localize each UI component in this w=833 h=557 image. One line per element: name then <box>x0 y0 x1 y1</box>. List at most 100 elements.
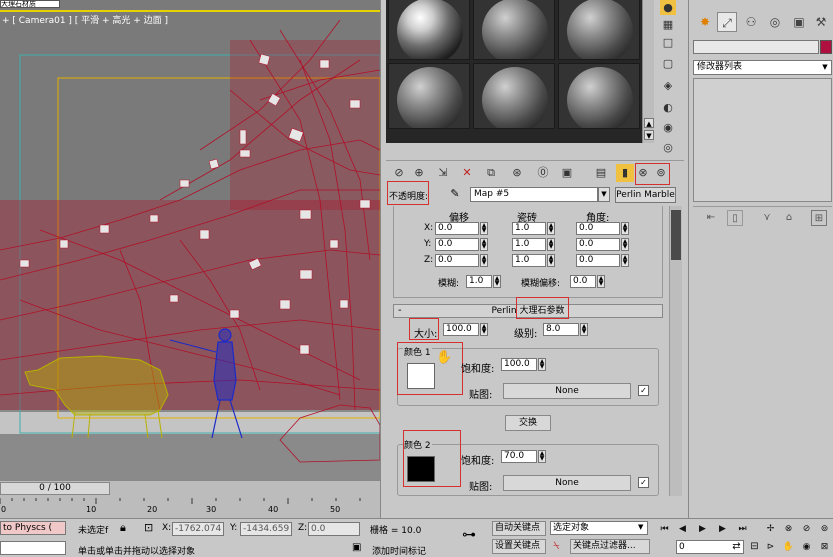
zoom-extents-icon[interactable]: ⊘ <box>800 522 813 536</box>
x-coord-field[interactable]: -1762.074 <box>172 522 224 536</box>
make-unique-icon[interactable]: ⋎ <box>759 210 775 226</box>
put-to-library-icon[interactable]: ⊛ <box>508 164 526 182</box>
video-check-icon[interactable]: ◈ <box>660 78 676 93</box>
scroll-thumb[interactable] <box>671 210 681 260</box>
color1-map-button[interactable]: None <box>503 383 631 399</box>
display-tab-icon[interactable]: ▣ <box>789 12 809 32</box>
modify-tab-icon[interactable]: ⤢ <box>717 12 737 32</box>
angle-x-value[interactable]: 0.0 <box>576 222 620 235</box>
time-config-icon[interactable]: ⊟ <box>748 540 761 554</box>
make-unique-icon[interactable]: ⧉ <box>482 164 500 182</box>
map-type-button[interactable]: Perlin Marble <box>615 187 676 203</box>
offset-z-value[interactable]: 0.0 <box>435 254 479 267</box>
offset-y-value[interactable]: 0.0 <box>435 238 479 251</box>
swap-button[interactable]: 交换 <box>505 415 551 431</box>
y-coord-field[interactable]: -1434.659 <box>240 522 292 536</box>
dropdown-arrow-icon[interactable]: ▼ <box>820 62 830 73</box>
maxscript-mini-field[interactable] <box>0 541 66 555</box>
sample-slot-5[interactable] <box>473 63 555 129</box>
scroll-down-icon[interactable]: ▼ <box>644 130 654 140</box>
spinner-arrows-icon[interactable]: ▲ ▼ <box>547 222 555 235</box>
uv-tiling-icon[interactable]: ▢ <box>660 56 676 71</box>
create-tab-icon[interactable]: ✸ <box>695 12 715 32</box>
pin-stack-icon[interactable]: ⇤ <box>703 210 719 226</box>
spinner-arrows-icon[interactable]: ▲ ▼ <box>547 238 555 251</box>
offset-x-value[interactable]: 0.0 <box>435 222 479 235</box>
color1-saturation-value[interactable]: 100.0 <box>501 358 537 371</box>
color2-saturation-value[interactable]: 70.0 <box>501 450 537 463</box>
maximize-viewport-icon[interactable]: ⊠ <box>818 540 831 554</box>
sample-slot-6[interactable] <box>558 63 640 129</box>
make-preview-icon[interactable]: ◐ <box>660 100 676 115</box>
z-coord-field[interactable]: 0.0 <box>308 522 360 536</box>
zoom-all-icon[interactable]: ⊗ <box>782 522 795 536</box>
spinner-arrows-icon[interactable]: ▲ ▼ <box>538 358 546 371</box>
key-mode-toggle-icon[interactable]: ⇄ <box>730 540 743 554</box>
key-mode-icon[interactable]: ⊶ <box>462 527 476 543</box>
material-id-icon[interactable]: ⓪ <box>534 164 552 182</box>
spinner-arrows-icon[interactable]: ▲ ▼ <box>621 238 629 251</box>
map-name-field[interactable]: Map #5 <box>470 187 598 202</box>
spinner-arrows-icon[interactable]: ▲ ▼ <box>480 254 488 267</box>
spinner-arrows-icon[interactable]: ▲ ▼ <box>538 450 546 463</box>
color1-map-checkbox[interactable]: ✓ <box>638 385 649 396</box>
spinner-arrows-icon[interactable]: ▲ ▼ <box>621 254 629 267</box>
add-time-tag[interactable]: 添加时间标记 <box>372 544 426 557</box>
params-scrollbar[interactable] <box>669 206 682 496</box>
spinner-arrows-icon[interactable]: ▲ ▼ <box>493 275 501 288</box>
blur-value[interactable]: 1.0 <box>466 275 492 288</box>
show-end-result-icon[interactable]: ▯ <box>727 210 743 226</box>
tiling-y-value[interactable]: 1.0 <box>512 238 546 251</box>
next-frame-icon[interactable]: ▶ <box>716 522 729 536</box>
utilities-tab-icon[interactable]: ⚒ <box>811 12 831 32</box>
scroll-up-icon[interactable]: ▲ <box>644 118 654 128</box>
sample-slot-1[interactable] <box>388 0 470 60</box>
time-slider[interactable]: 0 / 100 <box>0 482 110 495</box>
zoom-icon[interactable]: ✢ <box>764 522 777 536</box>
go-to-parent-icon[interactable]: ▮ <box>616 164 634 182</box>
collapse-icon[interactable]: - <box>398 305 402 317</box>
select-by-material-icon[interactable]: ◎ <box>660 140 676 155</box>
key-filters-button[interactable]: 关键点过滤器... <box>570 539 650 554</box>
spinner-arrows-icon[interactable]: ▲ ▼ <box>480 222 488 235</box>
object-color-swatch[interactable] <box>820 40 832 54</box>
angle-z-value[interactable]: 0.0 <box>576 254 620 267</box>
tiling-z-value[interactable]: 1.0 <box>512 254 546 267</box>
play-icon[interactable]: ▶ <box>696 522 709 536</box>
motion-tab-icon[interactable]: ◎ <box>765 12 785 32</box>
sample-slot-4[interactable] <box>388 63 470 129</box>
spinner-arrows-icon[interactable]: ▲ ▼ <box>480 323 488 336</box>
sample-type-icon[interactable]: ● <box>660 0 676 15</box>
spinner-arrows-icon[interactable]: ▲ ▼ <box>480 238 488 251</box>
get-material-icon[interactable]: ⊘ <box>390 164 408 182</box>
tiling-x-value[interactable]: 1.0 <box>512 222 546 235</box>
show-map-icon[interactable]: ▣ <box>558 164 576 182</box>
auto-key-button[interactable]: 自动关键点 <box>492 521 546 536</box>
spinner-arrows-icon[interactable]: ▲ ▼ <box>547 254 555 267</box>
remove-modifier-icon[interactable]: ⌂ <box>781 210 797 226</box>
time-ruler[interactable] <box>0 498 380 518</box>
lock-icon[interactable]: 🔒︎ <box>120 521 126 535</box>
reset-map-icon[interactable]: ✕ <box>458 164 476 182</box>
set-key-button[interactable]: 设置关键点 <box>492 539 546 554</box>
levels-value[interactable]: 8.0 <box>543 323 579 336</box>
spinner-arrows-icon[interactable]: ▲ ▼ <box>621 222 629 235</box>
object-name-field[interactable] <box>693 40 819 54</box>
color2-map-checkbox[interactable]: ✓ <box>638 477 649 488</box>
hierarchy-tab-icon[interactable]: ⚇ <box>741 12 761 32</box>
options-icon[interactable]: ◉ <box>660 120 676 135</box>
modifier-list-dropdown[interactable]: 修改器列表 ▼ <box>693 60 832 75</box>
zoom-extents-all-icon[interactable]: ⊚ <box>818 522 831 536</box>
previous-frame-icon[interactable]: ◀ <box>676 522 689 536</box>
field-of-view-icon[interactable]: ⊳ <box>764 540 777 554</box>
maxscript-listener[interactable]: to Physcs ( <box>0 521 66 535</box>
spinner-arrows-icon[interactable]: ▲ ▼ <box>597 275 605 288</box>
assign-to-selection-icon[interactable]: ⇲ <box>434 164 452 182</box>
slots-scrollbar[interactable]: ▲ ▼ <box>642 0 654 143</box>
pan-icon[interactable]: ✋ <box>782 540 795 554</box>
modifier-stack[interactable] <box>693 78 832 202</box>
go-to-start-icon[interactable]: ⏮ <box>658 522 671 536</box>
absolute-mode-icon[interactable]: ⊡ <box>144 521 153 534</box>
set-key-icon[interactable]: ⍀ <box>553 539 560 553</box>
sample-slot-3[interactable] <box>558 0 640 60</box>
